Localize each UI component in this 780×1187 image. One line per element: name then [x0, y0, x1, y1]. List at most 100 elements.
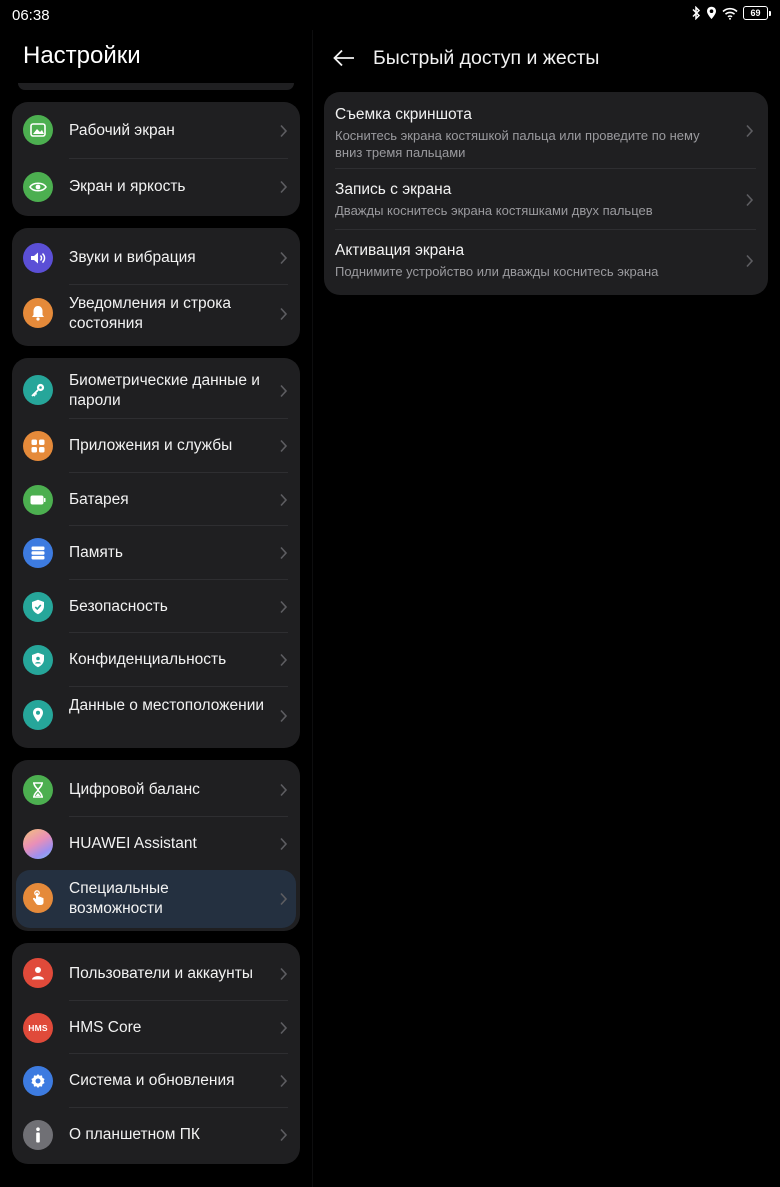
- chevron-right-icon: [280, 1074, 288, 1088]
- privacy-shield-icon: [23, 645, 53, 675]
- speaker-icon: [23, 243, 53, 273]
- hms-badge-text: HMS: [28, 1023, 48, 1033]
- scrolled-group-edge: [18, 83, 294, 90]
- sidebar-item-label: Специальные возможности: [69, 880, 169, 917]
- page-title: Настройки: [23, 42, 141, 69]
- sidebar-item-battery[interactable]: Батарея: [12, 473, 300, 526]
- sidebar-item-label: Цифровой баланс: [69, 781, 200, 798]
- storage-icon: [23, 538, 53, 568]
- status-time: 06:38: [12, 7, 50, 24]
- user-icon: [23, 958, 53, 988]
- shield-icon: [23, 592, 53, 622]
- panel-divider: [312, 30, 313, 1187]
- sidebar-item-label: Уведомления и строка состояния: [69, 295, 232, 332]
- chevron-right-icon: [280, 439, 288, 453]
- sidebar-item-label: Экран и яркость: [69, 178, 186, 195]
- chevron-right-icon: [746, 254, 754, 268]
- chevron-right-icon: [280, 892, 288, 906]
- hourglass-icon: [23, 775, 53, 805]
- option-title: Активация экрана: [335, 242, 465, 259]
- hms-logo-icon: HMS: [23, 1013, 53, 1043]
- chevron-right-icon: [746, 193, 754, 207]
- sidebar-item-label: Данные о местоположении: [69, 697, 265, 714]
- eye-icon: [23, 172, 53, 202]
- sidebar-item-biometrics[interactable]: Биометрические данные и пароли: [12, 358, 300, 419]
- assistant-orb-icon: [23, 829, 53, 859]
- key-icon: [23, 375, 53, 405]
- sidebar-item-home-screen[interactable]: Рабочий экран: [12, 102, 300, 159]
- sidebar-item-hms-core[interactable]: HMS HMS Core: [12, 1001, 300, 1054]
- settings-group-display: Рабочий экран Экран и яркость: [12, 102, 300, 216]
- settings-group-sound: Звуки и вибрация Уведомления и строка со…: [12, 228, 300, 346]
- apps-grid-icon: [23, 431, 53, 461]
- screen-wake-option[interactable]: Активация экрана Поднимите устройство ил…: [324, 230, 768, 295]
- chevron-right-icon: [280, 493, 288, 507]
- sidebar-item-storage[interactable]: Память: [12, 526, 300, 580]
- bell-icon: [23, 298, 53, 328]
- chevron-right-icon: [280, 1021, 288, 1035]
- sidebar-item-label: О планшетном ПК: [69, 1126, 200, 1143]
- status-icons: 69: [691, 6, 771, 20]
- back-button[interactable]: [330, 44, 358, 72]
- chevron-right-icon: [280, 837, 288, 851]
- gear-icon: [23, 1066, 53, 1096]
- sidebar-item-system-updates[interactable]: Система и обновления: [12, 1054, 300, 1108]
- option-subtitle: Коснитесь экрана костяшкой пальца или пр…: [335, 128, 700, 160]
- option-title: Съемка скриншота: [335, 106, 472, 123]
- chevron-right-icon: [280, 709, 288, 723]
- location-pin-icon: [23, 700, 53, 730]
- chevron-right-icon: [280, 251, 288, 265]
- location-icon: [707, 6, 716, 19]
- wifi-icon: [722, 7, 738, 20]
- chevron-right-icon: [280, 600, 288, 614]
- sidebar-item-accessibility[interactable]: Специальные возможности: [16, 870, 296, 928]
- sidebar-item-label: Безопасность: [69, 598, 168, 615]
- chevron-right-icon: [280, 653, 288, 667]
- battery-level: 69: [750, 7, 761, 18]
- sidebar-item-label: HUAWEI Assistant: [69, 835, 197, 852]
- settings-group-system: Пользователи и аккаунты HMS HMS Core Сис…: [12, 943, 300, 1164]
- chevron-right-icon: [280, 384, 288, 398]
- detail-header: Быстрый доступ и жесты: [330, 30, 599, 86]
- sidebar-item-users-accounts[interactable]: Пользователи и аккаунты: [12, 943, 300, 1001]
- sidebar-item-huawei-assistant[interactable]: HUAWEI Assistant: [12, 817, 300, 870]
- chevron-right-icon: [280, 967, 288, 981]
- sidebar-item-apps[interactable]: Приложения и службы: [12, 419, 300, 473]
- sidebar-item-privacy[interactable]: Конфиденциальность: [12, 633, 300, 687]
- battery-icon: [23, 485, 53, 515]
- sidebar-item-label: Звуки и вибрация: [69, 249, 196, 266]
- sidebar-item-label: Рабочий экран: [69, 122, 175, 139]
- sidebar-item-label: Конфиденциальность: [69, 651, 227, 668]
- hand-touch-icon: [23, 883, 53, 913]
- sidebar-item-location[interactable]: Данные о местоположении: [12, 687, 300, 748]
- chevron-right-icon: [280, 783, 288, 797]
- chevron-right-icon: [280, 124, 288, 138]
- chevron-right-icon: [280, 1128, 288, 1142]
- status-bar: 06:38 69: [0, 0, 780, 30]
- sidebar-item-security[interactable]: Безопасность: [12, 580, 300, 633]
- option-subtitle: Поднимите устройство или дважды коснитес…: [335, 264, 659, 279]
- sidebar-item-display-brightness[interactable]: Экран и яркость: [12, 159, 300, 216]
- sidebar-item-about-tablet[interactable]: О планшетном ПК: [12, 1108, 300, 1164]
- sidebar-item-label: Биометрические данные и пароли: [69, 372, 260, 409]
- shortcuts-gestures-card: Съемка скриншота Коснитесь экрана костяш…: [324, 92, 768, 295]
- back-arrow-icon: [333, 49, 354, 67]
- sidebar-item-label: HMS Core: [69, 1019, 142, 1036]
- bluetooth-icon: [692, 6, 701, 20]
- chevron-right-icon: [746, 124, 754, 138]
- screenshot-option[interactable]: Съемка скриншота Коснитесь экрана костяш…: [324, 92, 768, 169]
- sidebar-item-label: Батарея: [69, 491, 129, 508]
- option-title: Запись с экрана: [335, 181, 452, 198]
- battery-icon: 69: [743, 6, 771, 20]
- chevron-right-icon: [280, 307, 288, 321]
- sidebar-item-label: Пользователи и аккаунты: [69, 965, 253, 982]
- screen-recording-option[interactable]: Запись с экрана Дважды коснитесь экрана …: [324, 169, 768, 230]
- settings-group-assistant: Цифровой баланс HUAWEI Assistant Специал…: [12, 760, 300, 931]
- sidebar-item-sounds[interactable]: Звуки и вибрация: [12, 228, 300, 285]
- image-icon: [23, 115, 53, 145]
- sidebar-item-notifications[interactable]: Уведомления и строка состояния: [12, 285, 300, 346]
- chevron-right-icon: [280, 180, 288, 194]
- chevron-right-icon: [280, 546, 288, 560]
- sidebar-item-label: Память: [69, 544, 123, 561]
- sidebar-item-digital-balance[interactable]: Цифровой баланс: [12, 760, 300, 817]
